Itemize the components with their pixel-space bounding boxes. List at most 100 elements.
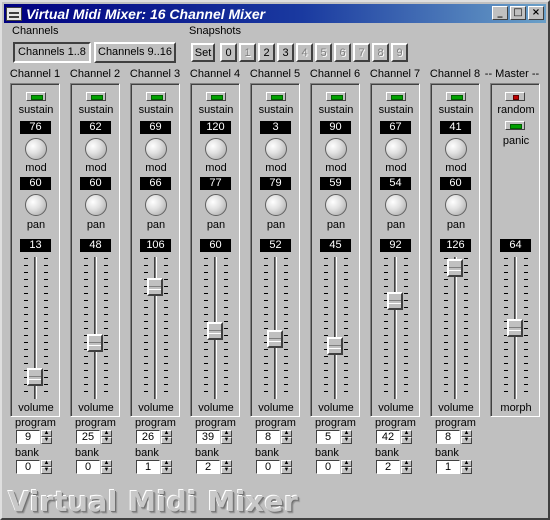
channel-3-program-spinner[interactable]: ▲ ▼ [161,430,172,444]
close-button[interactable]: × [528,6,544,20]
spin-down-icon[interactable]: ▼ [101,467,112,474]
pan-knob[interactable] [265,194,287,216]
spin-up-icon[interactable]: ▲ [101,430,112,437]
spin-up-icon[interactable]: ▲ [281,460,292,467]
channel-2-program-spinner[interactable]: ▲ ▼ [101,430,112,444]
snapshot-button-4[interactable]: 4 [296,43,313,62]
spin-up-icon[interactable]: ▲ [461,430,472,437]
spin-down-icon[interactable]: ▼ [341,467,352,474]
snapshot-button-6[interactable]: 6 [334,43,351,62]
morph-slider-thumb[interactable] [507,318,523,337]
pan-knob[interactable] [25,194,47,216]
channel-5-program-input[interactable]: 8 [256,430,280,444]
spin-down-icon[interactable]: ▼ [401,467,412,474]
spin-up-icon[interactable]: ▲ [461,460,472,467]
snapshot-button-0[interactable]: 0 [220,43,237,62]
channel-1-program-input[interactable]: 9 [16,430,40,444]
spin-down-icon[interactable]: ▼ [281,437,292,444]
channel-2-bank-spinner[interactable]: ▲ ▼ [101,460,112,474]
title-bar[interactable]: Virtual Midi Mixer: 16 Channel Mixer _ □… [4,4,546,23]
spin-up-icon[interactable]: ▲ [221,430,232,437]
spin-down-icon[interactable]: ▼ [101,437,112,444]
spin-up-icon[interactable]: ▲ [221,460,232,467]
spin-up-icon[interactable]: ▲ [161,430,172,437]
channel-3-bank-input[interactable]: 1 [136,460,160,474]
spin-down-icon[interactable]: ▼ [161,467,172,474]
channel-3-program-input[interactable]: 26 [136,430,160,444]
spin-down-icon[interactable]: ▼ [401,437,412,444]
snapshot-set-button[interactable]: Set [191,43,215,62]
channel-5-bank-input[interactable]: 0 [256,460,280,474]
channel-8-bank-input[interactable]: 1 [436,460,460,474]
channel-1-program-spinner[interactable]: ▲ ▼ [41,430,52,444]
sustain-led-button[interactable] [146,92,166,101]
snapshot-button-5[interactable]: 5 [315,43,332,62]
sustain-led-button[interactable] [26,92,46,101]
snapshot-button-8[interactable]: 8 [372,43,389,62]
spin-up-icon[interactable]: ▲ [281,430,292,437]
mod-knob[interactable] [445,138,467,160]
spin-down-icon[interactable]: ▼ [281,467,292,474]
channel-4-program-input[interactable]: 39 [196,430,220,444]
sustain-led-button[interactable] [326,92,346,101]
channel-8-bank-spinner[interactable]: ▲ ▼ [461,460,472,474]
volume-slider-thumb[interactable] [147,278,163,297]
sustain-led-button[interactable] [206,92,226,101]
snapshot-button-7[interactable]: 7 [353,43,370,62]
channels-1-8-button[interactable]: Channels 1..8 [13,42,91,63]
spin-up-icon[interactable]: ▲ [101,460,112,467]
channel-7-program-input[interactable]: 42 [376,430,400,444]
channel-2-program-input[interactable]: 25 [76,430,100,444]
spin-up-icon[interactable]: ▲ [41,460,52,467]
pan-knob[interactable] [85,194,107,216]
pan-knob[interactable] [325,194,347,216]
pan-knob[interactable] [385,194,407,216]
sustain-led-button[interactable] [86,92,106,101]
channel-4-bank-spinner[interactable]: ▲ ▼ [221,460,232,474]
snapshot-button-2[interactable]: 2 [258,43,275,62]
sustain-led-button[interactable] [266,92,286,101]
channel-7-bank-input[interactable]: 2 [376,460,400,474]
mod-knob[interactable] [385,138,407,160]
channel-3-bank-spinner[interactable]: ▲ ▼ [161,460,172,474]
mod-knob[interactable] [85,138,107,160]
channel-6-bank-input[interactable]: 0 [316,460,340,474]
mod-knob[interactable] [265,138,287,160]
volume-slider-thumb[interactable] [207,322,223,341]
panic-led-button[interactable] [505,121,525,130]
spin-down-icon[interactable]: ▼ [41,467,52,474]
channel-1-bank-input[interactable]: 0 [16,460,40,474]
spin-up-icon[interactable]: ▲ [41,430,52,437]
spin-down-icon[interactable]: ▼ [341,437,352,444]
channel-6-bank-spinner[interactable]: ▲ ▼ [341,460,352,474]
spin-up-icon[interactable]: ▲ [401,460,412,467]
channel-6-program-spinner[interactable]: ▲ ▼ [341,430,352,444]
sustain-led-button[interactable] [386,92,406,101]
snapshot-button-3[interactable]: 3 [277,43,294,62]
spin-down-icon[interactable]: ▼ [221,437,232,444]
mod-knob[interactable] [205,138,227,160]
channel-2-bank-input[interactable]: 0 [76,460,100,474]
spin-down-icon[interactable]: ▼ [41,437,52,444]
channel-6-program-input[interactable]: 5 [316,430,340,444]
spin-up-icon[interactable]: ▲ [341,430,352,437]
channel-1-bank-spinner[interactable]: ▲ ▼ [41,460,52,474]
volume-slider-thumb[interactable] [87,333,103,352]
random-led-button[interactable] [505,92,525,101]
channel-4-program-spinner[interactable]: ▲ ▼ [221,430,232,444]
app-icon[interactable] [6,6,22,21]
spin-down-icon[interactable]: ▼ [461,437,472,444]
spin-down-icon[interactable]: ▼ [161,437,172,444]
channel-4-bank-input[interactable]: 2 [196,460,220,474]
mod-knob[interactable] [25,138,47,160]
spin-down-icon[interactable]: ▼ [461,467,472,474]
volume-slider-thumb[interactable] [267,330,283,349]
minimize-button[interactable]: _ [492,6,508,20]
channel-8-program-input[interactable]: 8 [436,430,460,444]
sustain-led-button[interactable] [446,92,466,101]
channel-7-bank-spinner[interactable]: ▲ ▼ [401,460,412,474]
channel-7-program-spinner[interactable]: ▲ ▼ [401,430,412,444]
volume-slider-thumb[interactable] [387,291,403,310]
snapshot-button-9[interactable]: 9 [391,43,408,62]
volume-slider-thumb[interactable] [327,336,343,355]
